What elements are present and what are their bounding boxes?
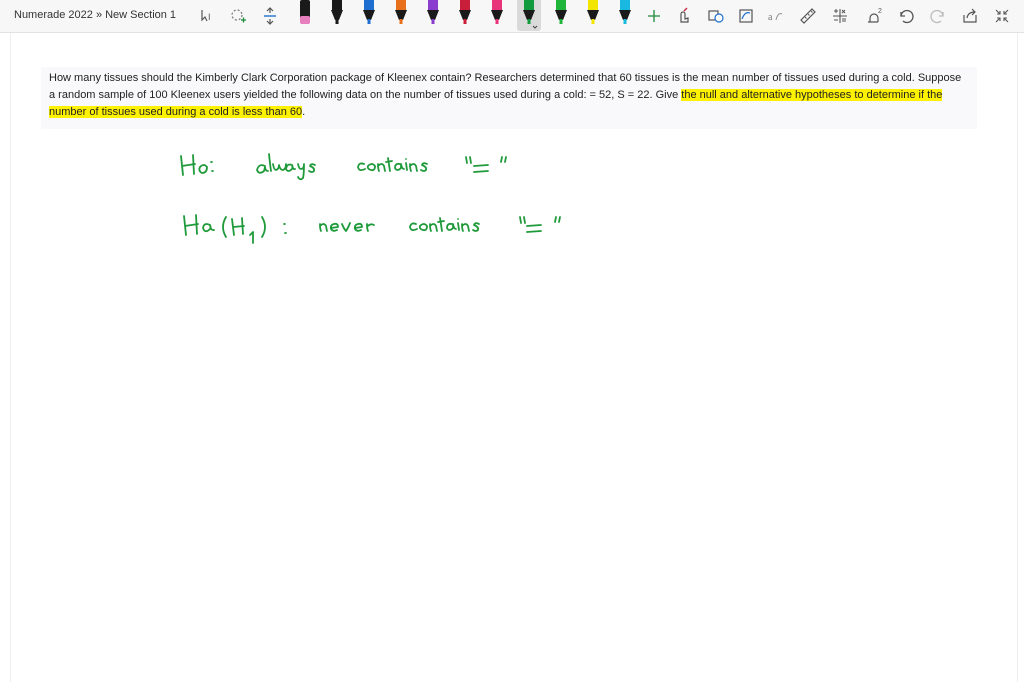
svg-text:I: I [208,12,211,22]
redo-icon[interactable] [928,6,948,26]
svg-text:2: 2 [878,8,882,15]
ink-line-ha [183,214,561,244]
svg-text:a: a [768,12,773,23]
pen-10[interactable] [584,0,602,28]
pen-3[interactable] [360,0,378,28]
replay-icon[interactable]: 2 [864,6,884,26]
pen-1[interactable] [296,0,314,28]
pen-8-selected[interactable] [517,0,541,31]
ruler-icon[interactable] [798,6,818,26]
lasso-add-icon[interactable] [228,6,248,26]
handwriting-ink [180,153,561,244]
page-canvas[interactable]: How many tissues should the Kimberly Cla… [0,33,1024,682]
page-right-margin [1017,33,1018,682]
share-icon[interactable] [960,6,980,26]
ink-line-ho [180,153,507,181]
ink-to-shape-icon[interactable] [736,6,756,26]
add-pen-icon[interactable] [644,6,664,26]
pen-5[interactable] [424,0,442,28]
fullscreen-icon[interactable] [992,6,1012,26]
ink-to-text-icon[interactable]: a [766,6,786,26]
pen-2[interactable] [328,0,346,28]
pen-11[interactable] [616,0,634,28]
pen-9[interactable] [552,0,570,28]
undo-icon[interactable] [896,6,916,26]
ribbon-toolbar: Numerade 2022 » New Section 1 I a 2 [0,0,1024,33]
pen-7[interactable] [488,0,506,28]
pen-4[interactable] [392,0,410,28]
touch-draw-icon[interactable] [674,6,694,26]
insert-space-icon[interactable] [260,6,280,26]
type-select-icon[interactable]: I [198,6,218,26]
math-icon[interactable] [830,6,850,26]
pen-6[interactable] [456,0,474,28]
breadcrumb[interactable]: Numerade 2022 » New Section 1 [14,9,176,21]
shape-icon[interactable] [706,6,726,26]
